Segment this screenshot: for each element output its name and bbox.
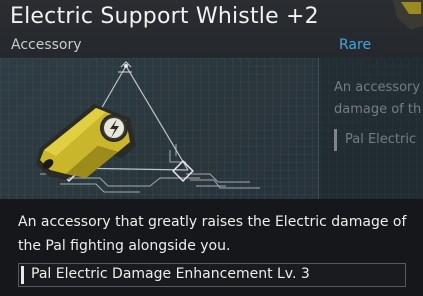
corner-item-preview-icon: [393, 0, 423, 30]
ghost-description-line-2: damage of th: [334, 102, 422, 117]
ghost-effect-text: Pal Electric: [345, 132, 417, 147]
item-effect-text: Pal Electric Damage Enhancement Lv. 3: [31, 266, 310, 282]
ghost-effect-bar: [334, 129, 337, 151]
item-tooltip: Electric Support Whistle +2 Accessory Ra…: [0, 0, 423, 296]
item-effect-box: Pal Electric Damage Enhancement Lv. 3: [18, 263, 406, 287]
effect-marker: [21, 266, 24, 284]
tooltip-header: Electric Support Whistle +2 Accessory Ra…: [0, 0, 423, 58]
item-rarity: Rare: [339, 37, 372, 53]
item-category: Accessory: [11, 37, 82, 53]
item-image-panel: An accessory damage of th Pal Electric: [0, 58, 423, 199]
ghost-description-line-1: An accessory: [334, 80, 421, 95]
electric-whistle-icon: [36, 104, 136, 180]
item-description: An accessory that greatly raises the Ele…: [18, 214, 407, 254]
item-name: Electric Support Whistle +2: [10, 4, 319, 29]
